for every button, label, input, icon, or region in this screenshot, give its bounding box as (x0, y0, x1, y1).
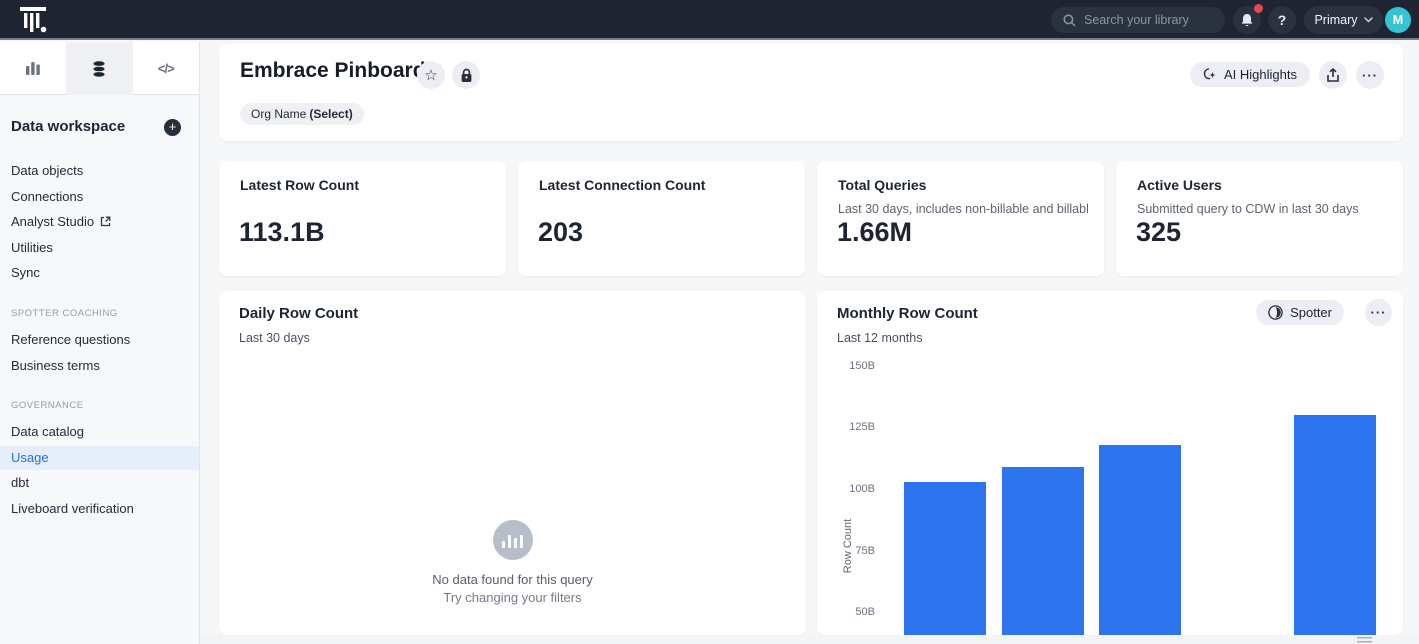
kpi-value: 203 (538, 217, 583, 248)
notifications-button[interactable] (1233, 6, 1261, 34)
tile-more-button[interactable]: ··· (1365, 299, 1392, 326)
sidebar-item-data-catalog[interactable]: Data catalog (0, 420, 199, 444)
sidebar-item-data-objects[interactable]: Data objects (0, 159, 199, 183)
chip-label: Org Name (251, 107, 306, 121)
sidebar-item-usage[interactable]: Usage (0, 446, 199, 470)
y-tick-label: 100B (825, 483, 875, 495)
kpi-value: 325 (1136, 217, 1181, 248)
page-title: Embrace Pinboard (240, 59, 426, 83)
y-axis-title: Row Count (842, 519, 854, 573)
kpi-title: Latest Connection Count (539, 177, 705, 193)
chip-value: (Select) (309, 107, 352, 121)
chevron-down-icon (1364, 17, 1373, 23)
sidebar: </> Data workspace + Data objectsConnect… (0, 42, 200, 644)
sidebar-item-sync[interactable]: Sync (0, 261, 199, 285)
bottom-cutoff-strip (200, 635, 1419, 644)
nav-section-label: SPOTTER COACHING (11, 308, 118, 319)
no-data-subtitle: Try changing your filters (219, 590, 806, 605)
search-placeholder: Search your library (1084, 13, 1189, 27)
no-data-state: No data found for this query Try changin… (219, 520, 806, 605)
liveboard-more-button[interactable]: ··· (1356, 61, 1384, 89)
sidebar-item-reference-questions[interactable]: Reference questions (0, 328, 199, 352)
help-button[interactable]: ? (1268, 6, 1296, 34)
kpi-row: Latest Row Count 113.1B Latest Connection … (219, 161, 1403, 276)
kpi-title: Total Queries (838, 177, 926, 193)
spotter-button[interactable]: Spotter (1256, 300, 1344, 325)
bar[interactable] (904, 482, 986, 635)
sidebar-item-business-terms[interactable]: Business terms (0, 354, 199, 378)
star-icon: ☆ (424, 66, 437, 84)
more-icon: ··· (1371, 305, 1387, 320)
sidebar-item-connections[interactable]: Connections (0, 185, 199, 209)
kpi-card[interactable]: Latest Row Count 113.1B (219, 161, 506, 276)
share-icon (1326, 68, 1340, 83)
share-button[interactable] (1319, 61, 1347, 89)
kpi-title: Active Users (1137, 177, 1222, 193)
kpi-subtitle: Last 30 days, includes non-billable and … (838, 202, 1088, 216)
kpi-value: 113.1B (239, 217, 325, 248)
monthly-chart-subtitle: Last 12 months (837, 331, 922, 345)
y-tick-label: 50B (825, 606, 875, 618)
user-avatar[interactable]: M (1385, 7, 1411, 33)
bar[interactable] (1002, 467, 1084, 635)
no-data-title: No data found for this query (219, 572, 806, 587)
spotter-icon (1268, 305, 1283, 320)
topbar: Search your library ? Primary M (0, 0, 1419, 40)
kpi-title: Latest Row Count (240, 177, 359, 193)
sidebar-item-dbt[interactable]: dbt (0, 471, 199, 495)
daily-chart-subtitle: Last 30 days (239, 331, 310, 345)
library-search-input[interactable]: Search your library (1051, 7, 1225, 33)
sidebar-item-utilities[interactable]: Utilities (0, 236, 199, 260)
kpi-card[interactable]: Latest Connection Count 203 (518, 161, 805, 276)
org-selector-value: Primary (1314, 13, 1357, 27)
daily-row-count-card: Daily Row Count Last 30 days No data fou… (219, 291, 806, 635)
sparkle-icon (1203, 68, 1217, 82)
ai-highlights-button[interactable]: AI Highlights (1190, 62, 1310, 87)
daily-chart-title: Daily Row Count (239, 305, 358, 322)
empty-chart-icon (493, 520, 533, 560)
notification-badge (1254, 4, 1263, 13)
spotter-label: Spotter (1290, 305, 1332, 320)
nav-section-label: GOVERNANCE (11, 400, 84, 411)
chart-context-menu-icon[interactable] (1357, 637, 1372, 644)
avatar-initial: M (1393, 13, 1403, 27)
search-icon (1063, 14, 1076, 27)
ai-highlights-label: AI Highlights (1224, 67, 1297, 82)
y-tick-label: 125B (825, 421, 875, 433)
favorite-button[interactable]: ☆ (417, 61, 445, 89)
bell-icon (1240, 13, 1254, 28)
kpi-card[interactable]: Active Users Submitted query to CDW in la… (1116, 161, 1403, 276)
more-icon: ··· (1362, 68, 1378, 83)
sidebar-nav: Data objectsConnectionsAnalyst StudioUti… (0, 42, 199, 644)
thoughtspot-logo-icon[interactable] (20, 7, 48, 34)
org-selector-dropdown[interactable]: Primary (1304, 6, 1383, 34)
sidebar-item-analyst-studio[interactable]: Analyst Studio (0, 210, 199, 234)
kpi-subtitle: Submitted query to CDW in last 30 days (1137, 202, 1387, 216)
question-icon: ? (1278, 12, 1287, 28)
kpi-value: 1.66M (837, 217, 912, 248)
y-tick-label: 150B (825, 360, 875, 372)
bar[interactable] (1294, 415, 1376, 635)
liveboard-header-card: Embrace Pinboard ☆ Org Name (Select) AI … (219, 44, 1403, 141)
monthly-chart-title: Monthly Row Count (837, 305, 978, 322)
org-filter-chip[interactable]: Org Name (Select) (240, 103, 364, 125)
monthly-row-count-card: 150B125B100B75B50B Row Count Monthly Row… (817, 291, 1403, 635)
kpi-card[interactable]: Total Queries Last 30 days, includes non-… (817, 161, 1104, 276)
lock-icon (460, 68, 473, 83)
sidebar-item-liveboard-verification[interactable]: Liveboard verification (0, 497, 199, 521)
bar[interactable] (1099, 445, 1181, 635)
permissions-button[interactable] (452, 61, 480, 89)
